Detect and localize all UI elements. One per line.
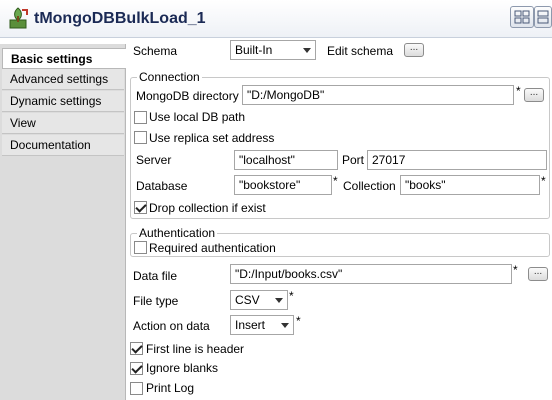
- data-file-input[interactable]: "D:/Input/books.csv": [230, 264, 512, 284]
- port-label: Port: [342, 153, 365, 167]
- sidebar-item-view[interactable]: View: [2, 113, 124, 134]
- required-marker: *: [516, 84, 521, 98]
- required-marker: *: [296, 314, 301, 328]
- grid-icon: [514, 10, 530, 24]
- collection-input[interactable]: "books": [400, 175, 540, 195]
- use-replica-set-label: Use replica set address: [149, 131, 275, 145]
- print-log-checkbox[interactable]: [130, 382, 143, 395]
- component-icon: [8, 6, 30, 30]
- use-local-db-path-label: Use local DB path: [149, 110, 246, 124]
- action-on-data-label: Action on data: [133, 319, 210, 333]
- schema-select[interactable]: Built-In: [230, 40, 316, 60]
- database-label: Database: [136, 179, 188, 193]
- connection-group-title: Connection: [137, 70, 202, 84]
- required-marker: *: [333, 174, 338, 188]
- action-on-data-select-value: Insert: [235, 318, 266, 332]
- action-on-data-select[interactable]: Insert: [230, 315, 294, 335]
- component-header: tMongoDBBulkLoad_1: [0, 0, 552, 38]
- ignore-blanks-label: Ignore blanks: [146, 361, 219, 375]
- layout-grid-button[interactable]: [510, 6, 534, 28]
- sidebar-item-documentation[interactable]: Documentation: [2, 135, 124, 156]
- drop-collection-label: Drop collection if exist: [149, 201, 266, 215]
- first-line-header-checkbox[interactable]: [130, 342, 143, 355]
- drop-collection-checkbox[interactable]: [134, 201, 147, 214]
- file-type-label: File type: [133, 294, 179, 308]
- settings-sidebar: Basic settings Advanced settings Dynamic…: [0, 44, 126, 400]
- port-input[interactable]: 27017: [367, 150, 547, 170]
- sidebar-item-advanced-settings[interactable]: Advanced settings: [2, 69, 124, 90]
- server-label: Server: [136, 153, 172, 167]
- data-file-label: Data file: [133, 269, 178, 283]
- file-type-select-value: CSV: [235, 293, 260, 307]
- server-input[interactable]: "localhost": [234, 150, 338, 170]
- required-authentication-label: Required authentication: [149, 241, 276, 255]
- data-file-browse-button[interactable]: ...: [528, 267, 548, 281]
- required-marker: *: [541, 174, 546, 188]
- mongodb-directory-input[interactable]: "D:/MongoDB": [242, 85, 514, 105]
- file-type-select[interactable]: CSV: [230, 290, 288, 310]
- sidebar-item-dynamic-settings[interactable]: Dynamic settings: [2, 91, 124, 112]
- chevron-down-icon: [299, 41, 315, 59]
- authentication-group-title: Authentication: [137, 226, 218, 240]
- mongodb-directory-browse-button[interactable]: ...: [524, 88, 544, 102]
- edit-schema-button[interactable]: ...: [404, 43, 424, 57]
- use-local-db-path-checkbox[interactable]: [134, 111, 147, 124]
- chevron-down-icon: [271, 291, 287, 309]
- schema-label: Schema: [133, 44, 178, 58]
- schema-select-value: Built-In: [235, 43, 273, 57]
- database-input[interactable]: "bookstore": [234, 175, 332, 195]
- layout-list-button[interactable]: [534, 6, 552, 28]
- component-title: tMongoDBBulkLoad_1: [34, 10, 206, 27]
- print-log-label: Print Log: [146, 381, 195, 395]
- edit-schema-label: Edit schema: [327, 44, 394, 58]
- required-marker: *: [289, 289, 294, 303]
- chevron-down-icon: [277, 316, 293, 334]
- collection-label: Collection: [343, 179, 396, 193]
- use-replica-set-checkbox[interactable]: [134, 131, 147, 144]
- required-authentication-checkbox[interactable]: [134, 241, 147, 254]
- mongodb-directory-label: MongoDB directory: [136, 89, 239, 103]
- sidebar-item-basic-settings[interactable]: Basic settings: [2, 48, 126, 69]
- ignore-blanks-checkbox[interactable]: [130, 362, 143, 375]
- required-marker: *: [513, 263, 518, 277]
- list-icon: [537, 10, 549, 24]
- first-line-header-label: First line is header: [146, 342, 245, 356]
